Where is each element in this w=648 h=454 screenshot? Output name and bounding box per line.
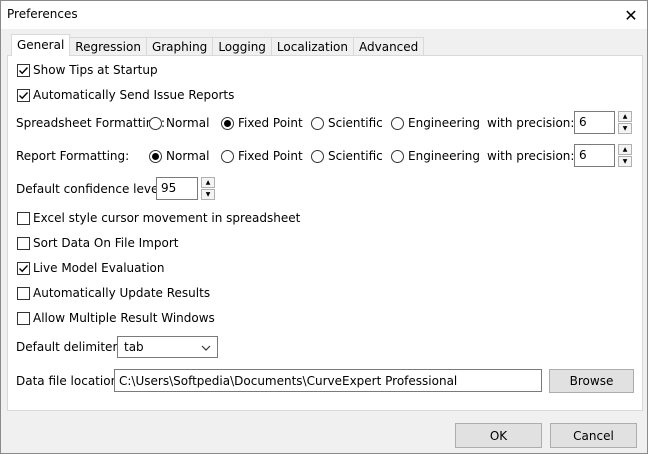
checkbox-unchecked-icon	[17, 311, 30, 325]
radio-empty-icon	[311, 116, 324, 130]
spreadsheet-precision-input[interactable]: 6	[574, 111, 615, 134]
report-precision-label: with precision:	[487, 149, 575, 163]
report-formatting-label: Report Formatting:	[16, 149, 130, 163]
spin-up-icon[interactable]: ▲	[201, 177, 215, 188]
delimiter-select[interactable]: tab	[117, 336, 218, 358]
tab-regression[interactable]: Regression	[69, 37, 147, 56]
spreadsheet-scientific-radio[interactable]: Scientific	[311, 116, 383, 130]
confidence-level-input[interactable]: 95	[156, 177, 198, 200]
radio-empty-icon	[221, 149, 234, 163]
radio-label: Fixed Point	[238, 149, 303, 163]
auto-update-label: Automatically Update Results	[33, 286, 211, 300]
show-tips-checkbox[interactable]: Show Tips at Startup	[17, 63, 158, 77]
live-evaluation-checkbox[interactable]: Live Model Evaluation	[17, 261, 164, 275]
radio-empty-icon	[391, 116, 404, 130]
window-title: Preferences	[7, 7, 78, 21]
checkbox-checked-icon	[17, 88, 30, 102]
sort-data-label: Sort Data On File Import	[33, 236, 179, 250]
title-bar: Preferences ✕	[1, 1, 647, 29]
radio-label: Normal	[166, 116, 210, 130]
spreadsheet-precision-spinner: 6 ▲ ▼	[574, 111, 632, 134]
data-location-input[interactable]: C:\Users\Softpedia\Documents\CurveExpert…	[114, 369, 542, 392]
auto-update-checkbox[interactable]: Automatically Update Results	[17, 286, 210, 300]
radio-label: Fixed Point	[238, 116, 303, 130]
checkbox-checked-icon	[17, 261, 30, 275]
report-normal-radio[interactable]: Normal	[149, 149, 209, 163]
spreadsheet-precision-label: with precision:	[487, 116, 575, 130]
report-precision-spinner: 6 ▲ ▼	[574, 144, 632, 167]
report-fixed-point-radio[interactable]: Fixed Point	[221, 149, 303, 163]
checkbox-unchecked-icon	[17, 286, 30, 300]
spreadsheet-fixed-point-radio[interactable]: Fixed Point	[221, 116, 303, 130]
excel-cursor-checkbox[interactable]: Excel style cursor movement in spreadshe…	[17, 211, 300, 225]
live-evaluation-label: Live Model Evaluation	[33, 261, 165, 275]
show-tips-label: Show Tips at Startup	[33, 63, 158, 77]
sort-data-checkbox[interactable]: Sort Data On File Import	[17, 236, 178, 250]
spreadsheet-normal-radio[interactable]: Normal	[149, 116, 209, 130]
general-panel: Show Tips at Startup Automatically Send …	[7, 55, 643, 411]
multiple-windows-label: Allow Multiple Result Windows	[33, 311, 215, 325]
delimiter-value: tab	[124, 340, 144, 354]
browse-button[interactable]: Browse	[549, 369, 634, 393]
preferences-window: Preferences ✕ General Regression Graphin…	[0, 0, 648, 454]
multiple-windows-checkbox[interactable]: Allow Multiple Result Windows	[17, 311, 215, 325]
tab-strip: General Regression Graphing Logging Loca…	[11, 34, 425, 56]
close-icon[interactable]: ✕	[617, 1, 645, 29]
report-engineering-radio[interactable]: Engineering	[391, 149, 480, 163]
spin-up-icon[interactable]: ▲	[618, 144, 632, 155]
checkbox-checked-icon	[17, 63, 30, 77]
radio-empty-icon	[311, 149, 324, 163]
confidence-level-label: Default confidence level:	[16, 182, 166, 196]
cancel-button[interactable]: Cancel	[550, 423, 637, 448]
radio-label: Normal	[166, 149, 210, 163]
chevron-down-icon	[201, 340, 211, 354]
tab-graphing[interactable]: Graphing	[145, 37, 214, 56]
spin-down-icon[interactable]: ▼	[618, 156, 632, 167]
checkbox-unchecked-icon	[17, 211, 30, 225]
spin-down-icon[interactable]: ▼	[618, 123, 632, 134]
send-reports-checkbox[interactable]: Automatically Send Issue Reports	[17, 88, 234, 102]
radio-empty-icon	[391, 149, 404, 163]
spin-up-icon[interactable]: ▲	[618, 111, 632, 122]
excel-cursor-label: Excel style cursor movement in spreadshe…	[33, 211, 301, 225]
radio-empty-icon	[149, 116, 162, 130]
spreadsheet-engineering-radio[interactable]: Engineering	[391, 116, 480, 130]
radio-selected-icon	[221, 116, 234, 130]
data-location-label: Data file location:	[16, 374, 123, 388]
checkbox-unchecked-icon	[17, 236, 30, 250]
ok-button[interactable]: OK	[455, 423, 542, 448]
spin-down-icon[interactable]: ▼	[201, 189, 215, 200]
radio-label: Scientific	[328, 149, 383, 163]
tab-advanced[interactable]: Advanced	[353, 37, 425, 56]
tab-localization[interactable]: Localization	[270, 37, 354, 56]
spreadsheet-formatting-label: Spreadsheet Formatting:	[16, 116, 165, 130]
delimiter-label: Default delimiter:	[16, 340, 122, 354]
send-reports-label: Automatically Send Issue Reports	[33, 88, 235, 102]
confidence-level-spinner: 95 ▲ ▼	[156, 177, 215, 200]
tab-general[interactable]: General	[11, 34, 71, 56]
report-precision-input[interactable]: 6	[574, 144, 615, 167]
radio-label: Scientific	[328, 116, 383, 130]
radio-label: Engineering	[408, 116, 480, 130]
report-scientific-radio[interactable]: Scientific	[311, 149, 383, 163]
radio-selected-icon	[149, 149, 162, 163]
radio-label: Engineering	[408, 149, 480, 163]
tab-logging[interactable]: Logging	[212, 37, 272, 56]
